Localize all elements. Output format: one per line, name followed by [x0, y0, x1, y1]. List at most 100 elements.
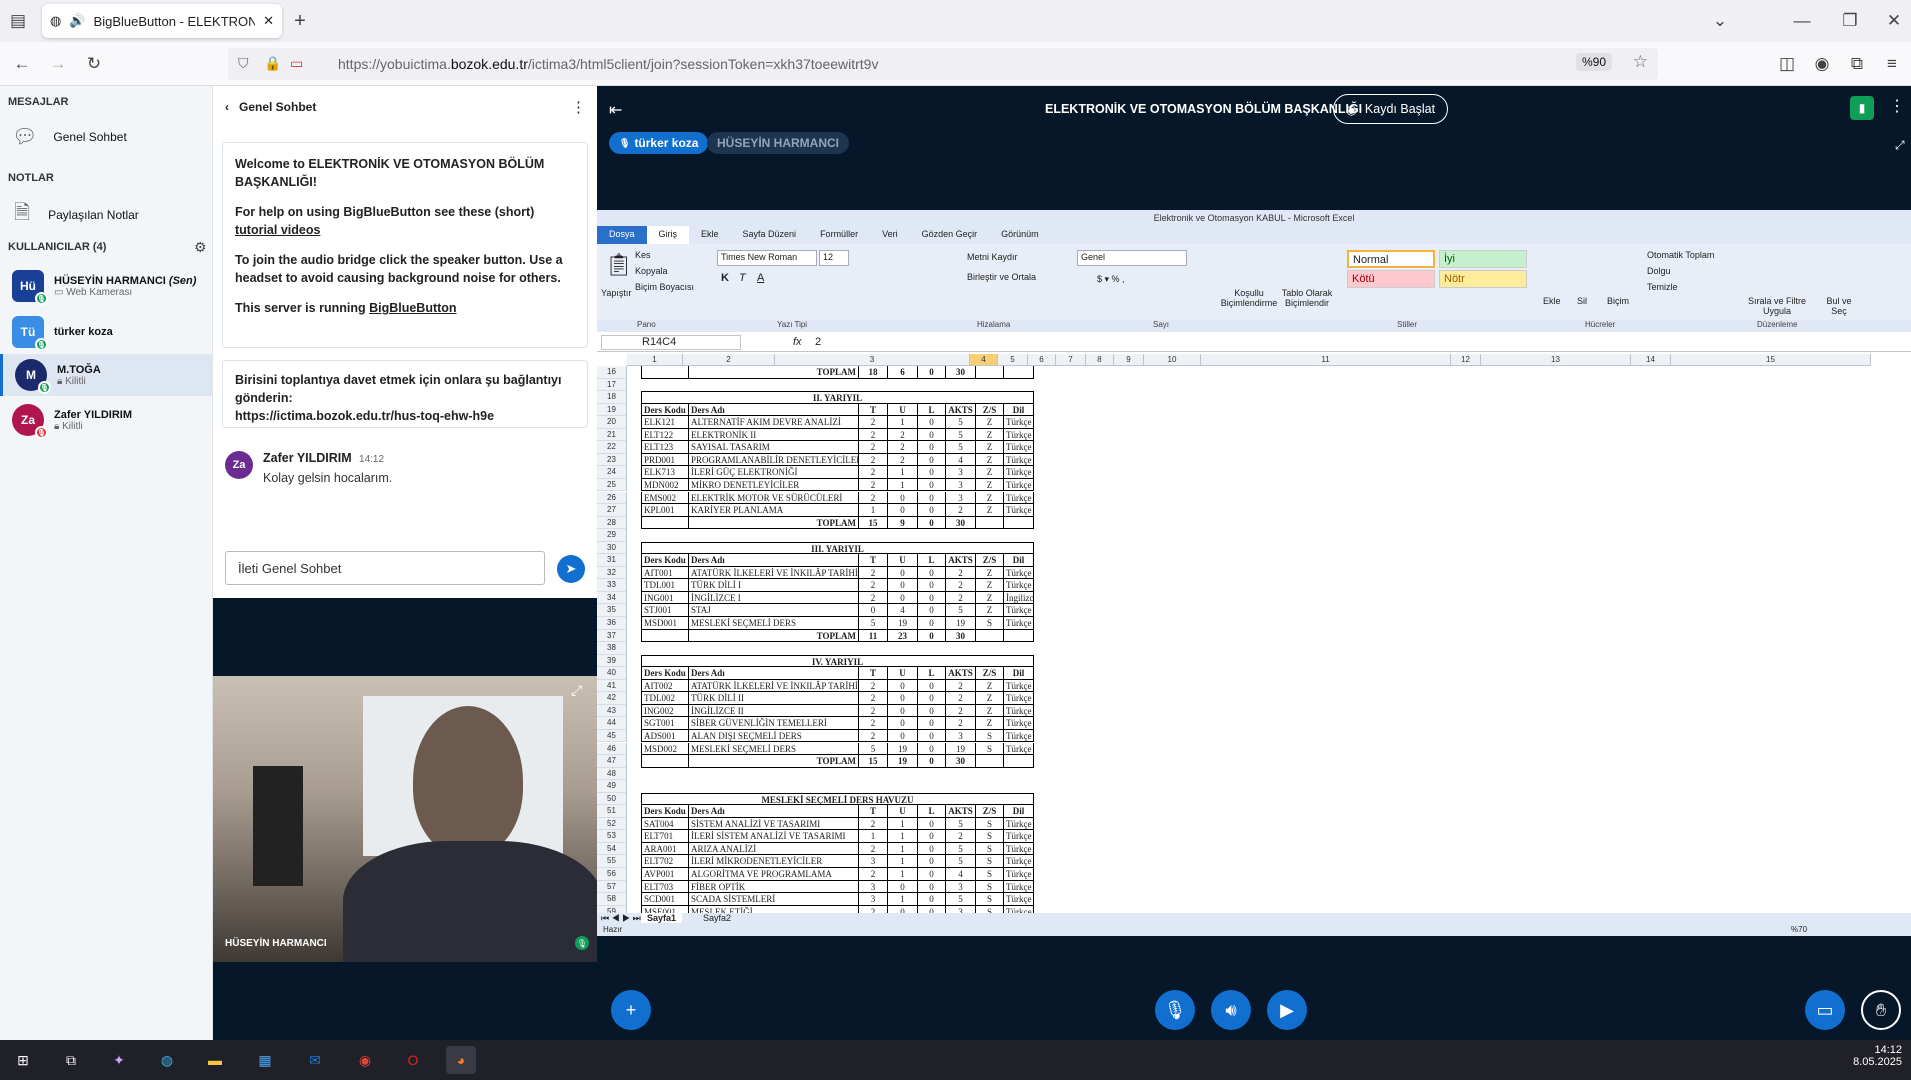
find-select-label[interactable]: Bul ve Seç [1819, 296, 1859, 316]
total-cell[interactable] [1004, 516, 1034, 530]
total-cell[interactable] [1004, 629, 1034, 643]
table-cell[interactable]: Türkçe [1004, 817, 1034, 831]
table-cell[interactable]: 4 [946, 868, 976, 881]
table-cell[interactable]: Z [976, 504, 1004, 517]
speaker-icon[interactable]: 🔊 [69, 13, 85, 29]
row-header[interactable]: 33 [597, 579, 627, 592]
pocket-icon[interactable]: ◫ [1775, 52, 1799, 76]
talker-pill-1[interactable]: 🎙︎ türker koza [609, 132, 709, 154]
table-cell[interactable]: TDL002 [641, 692, 689, 705]
row-header[interactable]: 40 [597, 667, 627, 680]
table-cell[interactable]: 5 [946, 604, 976, 617]
formula-value[interactable]: 2 [815, 336, 821, 348]
table-cell[interactable]: 0 [918, 604, 946, 617]
table-cell[interactable]: Z [976, 591, 1004, 605]
table-cell[interactable]: 2 [859, 441, 888, 454]
clear-label[interactable]: Temizle [1647, 282, 1678, 292]
table-header-cell[interactable]: Ders Kodu [641, 805, 689, 818]
table-cell[interactable]: ALGORİTMA VE PROGRAMLAMA [689, 868, 859, 881]
table-cell[interactable]: Türkçe [1004, 466, 1034, 479]
excel-tab-2[interactable]: Ekle [689, 226, 731, 244]
table-cell[interactable]: 3 [946, 880, 976, 894]
user-item-1[interactable]: Hü 🎙︎ HÜSEYİN HARMANCI (Sen) ▭ Web Kamera… [0, 266, 212, 306]
table-cell[interactable]: ELT703 [641, 880, 689, 894]
excel-tab-1[interactable]: Giriş [646, 226, 690, 244]
extensions-icon[interactable]: ⧉ [1845, 52, 1869, 76]
table-cell[interactable]: 0 [918, 830, 946, 843]
table-cell[interactable]: 5 [946, 817, 976, 831]
table-cell[interactable]: 1 [888, 466, 918, 479]
table-cell[interactable]: 1 [859, 504, 888, 517]
row-header[interactable]: 30 [597, 541, 627, 555]
edge-icon[interactable]: ◍ [152, 1046, 182, 1074]
table-cell[interactable]: Türkçe [1004, 742, 1034, 755]
row-header[interactable]: 16 [597, 366, 627, 379]
table-cell[interactable]: SAYISAL TASARIM [689, 441, 859, 454]
file-explorer-icon[interactable]: ▬ [200, 1046, 230, 1074]
total-cell[interactable]: 0 [918, 629, 946, 643]
table-cell[interactable]: Z [976, 566, 1004, 580]
table-cell[interactable]: 5 [859, 617, 888, 630]
total-cell[interactable]: 15 [859, 755, 888, 768]
table-cell[interactable]: 2 [859, 453, 888, 467]
table-cell[interactable]: 0 [888, 704, 918, 718]
table-cell[interactable]: ELEKTRONİK II [689, 428, 859, 442]
table-cell[interactable]: 0 [918, 817, 946, 831]
table-cell[interactable]: Z [976, 453, 1004, 467]
table-cell[interactable]: 0 [918, 579, 946, 592]
close-window-icon[interactable]: ✕ [1882, 9, 1906, 33]
table-cell[interactable]: STJ001 [641, 604, 689, 617]
row-header[interactable]: 32 [597, 566, 627, 580]
table-cell[interactable]: 2 [859, 491, 888, 504]
row-header[interactable]: 55 [597, 855, 627, 868]
table-cell[interactable]: 19 [946, 617, 976, 630]
total-cell[interactable]: TOPLAM [689, 366, 859, 379]
table-cell[interactable]: 2 [859, 416, 888, 429]
table-cell[interactable]: ATATÜRK İLKELERİ VE İNKILÂP TARİHİ I [689, 566, 859, 580]
table-cell[interactable]: 1 [888, 868, 918, 881]
outlook-icon[interactable]: ✉ [300, 1046, 330, 1074]
table-cell[interactable]: Türkçe [1004, 416, 1034, 429]
table-header-cell[interactable]: AKTS [946, 805, 976, 818]
back-icon[interactable]: ← [10, 52, 34, 76]
row-header[interactable]: 21 [597, 428, 627, 442]
table-cell[interactable]: ELT702 [641, 855, 689, 868]
table-cell[interactable]: 2 [859, 868, 888, 881]
table-cell[interactable]: ELT122 [641, 428, 689, 442]
table-cell[interactable]: Türkçe [1004, 491, 1034, 504]
table-cell[interactable]: İNGİLİZCE I [689, 591, 859, 605]
row-header[interactable]: 19 [597, 403, 627, 417]
forward-icon[interactable]: → [46, 52, 70, 76]
windows-start-icon[interactable]: ⊞ [8, 1046, 38, 1074]
user-item-2[interactable]: Tü 🎙︎ türker koza [0, 312, 212, 352]
table-header-cell[interactable]: T [859, 805, 888, 818]
table-header-cell[interactable]: Dil [1004, 667, 1034, 680]
column-header[interactable]: 13 [1481, 354, 1631, 366]
table-cell[interactable]: Z [976, 604, 1004, 617]
table-cell[interactable]: Türkçe [1004, 893, 1034, 906]
table-cell[interactable]: MESLEKİ SEÇMELİ DERS [689, 742, 859, 755]
row-header[interactable]: 49 [597, 780, 627, 793]
total-cell[interactable]: TOPLAM [689, 629, 859, 643]
table-cell[interactable]: 2 [859, 591, 888, 605]
zoom-indicator[interactable]: %90 [1575, 53, 1612, 71]
style-bad[interactable]: Kötü [1347, 270, 1435, 288]
row-header[interactable]: 46 [597, 742, 627, 755]
fullscreen-icon[interactable]: ⤢ [571, 682, 582, 699]
column-header[interactable]: 12 [1451, 354, 1481, 366]
table-cell[interactable]: ARA001 [641, 842, 689, 856]
total-cell[interactable]: 0 [918, 516, 946, 530]
send-button[interactable]: ➤ [557, 555, 585, 583]
total-cell[interactable] [976, 755, 1004, 768]
table-cell[interactable]: 2 [946, 704, 976, 718]
table-cell[interactable]: Türkçe [1004, 692, 1034, 705]
bookmark-star-icon[interactable]: ☆ [1633, 52, 1648, 72]
table-cell[interactable]: 2 [859, 692, 888, 705]
column-header[interactable]: 7 [1056, 354, 1086, 366]
table-cell[interactable]: AIT002 [641, 679, 689, 693]
table-cell[interactable]: 3 [859, 855, 888, 868]
menu-icon[interactable]: ≡ [1880, 52, 1904, 76]
table-cell[interactable]: 2 [946, 830, 976, 843]
table-header-cell[interactable]: AKTS [946, 667, 976, 680]
table-cell[interactable]: S [976, 617, 1004, 630]
